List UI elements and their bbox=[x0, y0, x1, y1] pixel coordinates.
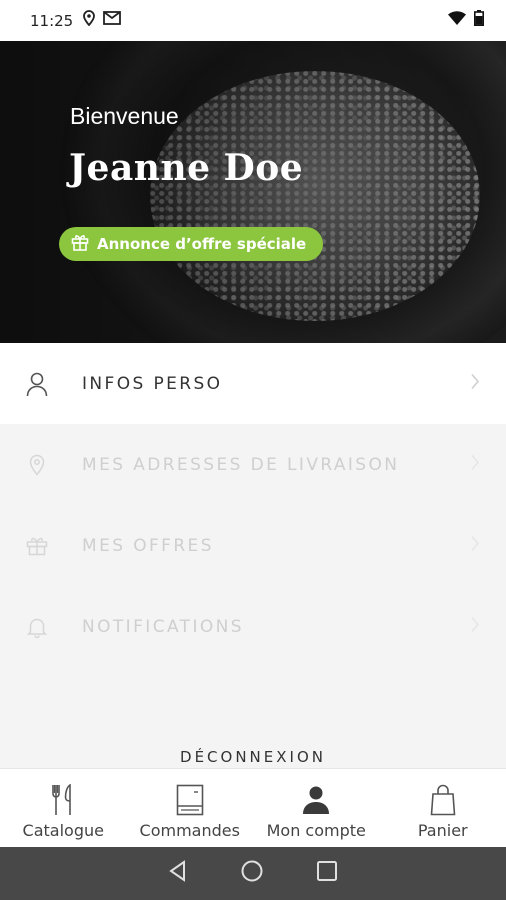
gift-icon bbox=[71, 233, 89, 256]
tab-mon-compte[interactable]: Mon compte bbox=[253, 769, 380, 847]
recents-icon[interactable] bbox=[316, 860, 338, 887]
back-icon[interactable] bbox=[168, 860, 188, 887]
gift-icon bbox=[26, 533, 48, 559]
battery-icon bbox=[474, 10, 484, 31]
menu-item-infos-perso[interactable]: INFOS PERSO bbox=[0, 343, 506, 424]
chevron-right-icon bbox=[470, 454, 480, 475]
account-menu: INFOS PERSO MES ADRESSES DE LIVRAISON ME… bbox=[0, 343, 506, 667]
chevron-right-icon bbox=[470, 373, 480, 394]
tab-panier[interactable]: Panier bbox=[380, 769, 506, 847]
profile-hero-banner: Bienvenue Jeanne Doe Annonce d’offre spé… bbox=[0, 41, 506, 343]
user-name: Jeanne Doe bbox=[69, 147, 304, 189]
menu-item-label: NOTIFICATIONS bbox=[82, 616, 244, 637]
logout-button[interactable]: DÉCONNEXION bbox=[0, 748, 506, 766]
status-time: 11:25 bbox=[30, 11, 74, 30]
tab-label: Panier bbox=[417, 821, 468, 840]
tab-label: Mon compte bbox=[266, 821, 366, 840]
menu-item-label: MES OFFRES bbox=[82, 535, 214, 556]
bottom-navigation: Catalogue Commandes Mon compte Panier bbox=[0, 768, 506, 847]
gmail-icon bbox=[103, 11, 122, 30]
system-navigation-bar bbox=[0, 847, 506, 900]
special-offer-button[interactable]: Annonce d’offre spéciale bbox=[59, 227, 323, 261]
home-icon[interactable] bbox=[240, 859, 264, 888]
tab-catalogue[interactable]: Catalogue bbox=[0, 769, 127, 847]
user-icon bbox=[26, 371, 48, 397]
shopping-bag-icon bbox=[430, 783, 456, 817]
menu-item-notifications[interactable]: NOTIFICATIONS bbox=[0, 586, 506, 667]
wifi-icon bbox=[448, 11, 466, 30]
menu-item-adresses-livraison[interactable]: MES ADRESSES DE LIVRAISON bbox=[0, 424, 506, 505]
tab-label: Commandes bbox=[139, 821, 240, 840]
location-pin-icon bbox=[26, 452, 48, 478]
menu-item-mes-offres[interactable]: MES OFFRES bbox=[0, 505, 506, 586]
bell-icon bbox=[26, 614, 48, 640]
tab-label: Catalogue bbox=[22, 821, 104, 840]
account-icon bbox=[301, 783, 331, 817]
chevron-right-icon bbox=[470, 616, 480, 637]
chevron-right-icon bbox=[470, 535, 480, 556]
location-icon bbox=[83, 10, 96, 31]
welcome-text: Bienvenue bbox=[70, 103, 179, 129]
status-bar: 11:25 bbox=[0, 0, 506, 41]
menu-item-label: INFOS PERSO bbox=[82, 373, 223, 394]
special-offer-label: Annonce d’offre spéciale bbox=[97, 235, 307, 253]
order-document-icon bbox=[176, 783, 204, 817]
tab-commandes[interactable]: Commandes bbox=[127, 769, 254, 847]
fork-knife-icon bbox=[50, 783, 76, 817]
menu-item-label: MES ADRESSES DE LIVRAISON bbox=[82, 454, 400, 475]
